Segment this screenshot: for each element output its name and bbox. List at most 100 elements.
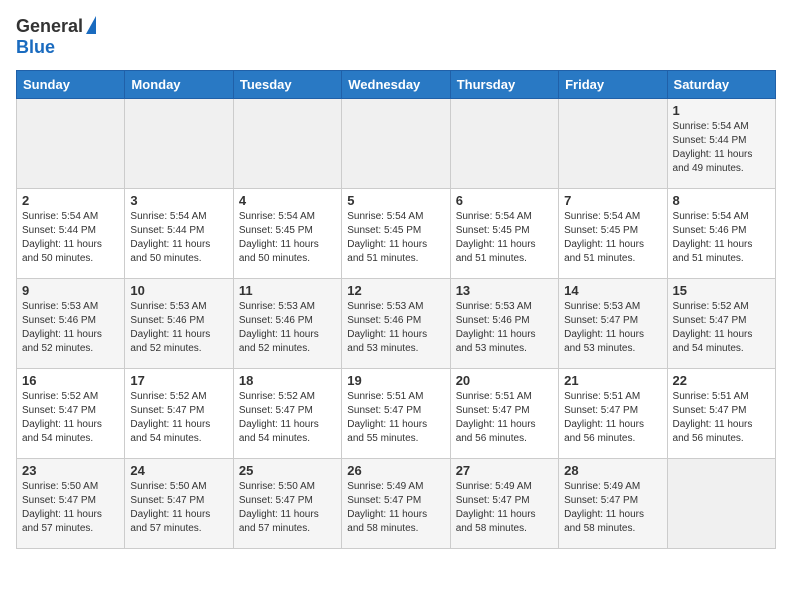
day-number: 15: [673, 283, 770, 298]
day-number: 12: [347, 283, 444, 298]
calendar-cell: 21 Sunrise: 5:51 AM Sunset: 5:47 PM Dayli…: [559, 369, 667, 459]
day-info: Sunrise: 5:54 AM Sunset: 5:45 PM Dayligh…: [239, 210, 336, 266]
day-info: Sunrise: 5:51 AM Sunset: 5:47 PM Dayligh…: [564, 390, 661, 446]
day-number: 10: [130, 283, 227, 298]
calendar-cell: 19 Sunrise: 5:51 AM Sunset: 5:47 PM Dayli…: [342, 369, 450, 459]
day-info: Sunrise: 5:53 AM Sunset: 5:47 PM Dayligh…: [564, 300, 661, 356]
logo-general: General: [16, 16, 83, 37]
logo-triangle-icon: [86, 16, 96, 34]
day-number: 3: [130, 193, 227, 208]
day-info: Sunrise: 5:49 AM Sunset: 5:47 PM Dayligh…: [347, 480, 444, 536]
day-number: 13: [456, 283, 553, 298]
day-number: 14: [564, 283, 661, 298]
day-info: Sunrise: 5:54 AM Sunset: 5:46 PM Dayligh…: [673, 210, 770, 266]
day-info: Sunrise: 5:50 AM Sunset: 5:47 PM Dayligh…: [130, 480, 227, 536]
day-info: Sunrise: 5:54 AM Sunset: 5:45 PM Dayligh…: [564, 210, 661, 266]
day-number: 21: [564, 373, 661, 388]
day-info: Sunrise: 5:51 AM Sunset: 5:47 PM Dayligh…: [673, 390, 770, 446]
day-info: Sunrise: 5:53 AM Sunset: 5:46 PM Dayligh…: [456, 300, 553, 356]
calendar-cell: 23Sunrise: 5:50 AM Sunset: 5:47 PM Dayli…: [17, 459, 125, 549]
day-number: 9: [22, 283, 119, 298]
calendar-cell: 13 Sunrise: 5:53 AM Sunset: 5:46 PM Dayli…: [450, 279, 558, 369]
calendar-cell: 7 Sunrise: 5:54 AM Sunset: 5:45 PM Daylig…: [559, 189, 667, 279]
day-number: 8: [673, 193, 770, 208]
day-info: Sunrise: 5:49 AM Sunset: 5:47 PM Dayligh…: [456, 480, 553, 536]
day-info: Sunrise: 5:52 AM Sunset: 5:47 PM Dayligh…: [673, 300, 770, 356]
calendar-cell: 28 Sunrise: 5:49 AM Sunset: 5:47 PM Dayli…: [559, 459, 667, 549]
calendar-cell: 2 Sunrise: 5:54 AM Sunset: 5:44 PM Daylig…: [17, 189, 125, 279]
day-info: Sunrise: 5:53 AM Sunset: 5:46 PM Dayligh…: [22, 300, 119, 356]
calendar-cell: 20 Sunrise: 5:51 AM Sunset: 5:47 PM Dayli…: [450, 369, 558, 459]
day-number: 4: [239, 193, 336, 208]
day-number: 25: [239, 463, 336, 478]
day-info: Sunrise: 5:54 AM Sunset: 5:44 PM Dayligh…: [22, 210, 119, 266]
calendar-cell: 26 Sunrise: 5:49 AM Sunset: 5:47 PM Dayli…: [342, 459, 450, 549]
day-number: 6: [456, 193, 553, 208]
day-info: Sunrise: 5:52 AM Sunset: 5:47 PM Dayligh…: [130, 390, 227, 446]
page-header: General Blue: [16, 16, 776, 58]
day-number: 11: [239, 283, 336, 298]
day-info: Sunrise: 5:53 AM Sunset: 5:46 PM Dayligh…: [130, 300, 227, 356]
day-info: Sunrise: 5:54 AM Sunset: 5:44 PM Dayligh…: [130, 210, 227, 266]
weekday-header-sunday: Sunday: [17, 71, 125, 99]
calendar-week-row: 23 Sunrise: 5:50 AM Sunset: 5:47 PM Dayli…: [17, 459, 776, 549]
day-number: 19: [347, 373, 444, 388]
day-number: 18: [239, 373, 336, 388]
calendar-cell: 18 Sunrise: 5:52 AM Sunset: 5:47 PM Dayli…: [233, 369, 341, 459]
calendar-week-row: 9 Sunrise: 5:53 AM Sunset: 5:46 PM Daylig…: [17, 279, 776, 369]
day-number: 1: [673, 103, 770, 118]
calendar-cell: 15 Sunrise: 5:52 AM Sunset: 5:47 PM Dayli…: [667, 279, 775, 369]
calendar-cell: 16 Sunrise: 5:52 AM Sunset: 5:47 PM Dayli…: [17, 369, 125, 459]
day-number: 20: [456, 373, 553, 388]
day-info: Sunrise: 5:51 AM Sunset: 5:47 PM Dayligh…: [347, 390, 444, 446]
calendar-cell: 10 Sunrise: 5:53 AM Sunset: 5:46 PM Dayli…: [125, 279, 233, 369]
day-info: Sunrise: 5:52 AM Sunset: 5:47 PM Dayligh…: [22, 390, 119, 446]
weekday-header-friday: Friday: [559, 71, 667, 99]
day-number: 24: [130, 463, 227, 478]
day-number: 23: [22, 463, 119, 478]
day-number: 28: [564, 463, 661, 478]
calendar-cell: [450, 99, 558, 189]
calendar-cell: 5Sunrise: 5:54 AM Sunset: 5:45 PM Daylig…: [342, 189, 450, 279]
day-number: 2: [22, 193, 119, 208]
day-number: 27: [456, 463, 553, 478]
calendar-cell: 27 Sunrise: 5:49 AM Sunset: 5:47 PM Dayli…: [450, 459, 558, 549]
calendar-cell: [125, 99, 233, 189]
day-info: Sunrise: 5:49 AM Sunset: 5:47 PM Dayligh…: [564, 480, 661, 536]
calendar-table: SundayMondayTuesdayWednesdayThursdayFrid…: [16, 70, 776, 549]
calendar-cell: 17 Sunrise: 5:52 AM Sunset: 5:47 PM Dayli…: [125, 369, 233, 459]
day-number: 5: [347, 193, 444, 208]
calendar-cell: 25 Sunrise: 5:50 AM Sunset: 5:47 PM Dayli…: [233, 459, 341, 549]
day-info: Sunrise: 5:50 AM Sunset: 5:47 PM Dayligh…: [239, 480, 336, 536]
calendar-week-row: 2 Sunrise: 5:54 AM Sunset: 5:44 PM Daylig…: [17, 189, 776, 279]
day-info: Sunrise: 5:53 AM Sunset: 5:46 PM Dayligh…: [347, 300, 444, 356]
day-number: 16: [22, 373, 119, 388]
weekday-header-saturday: Saturday: [667, 71, 775, 99]
calendar-cell: 3 Sunrise: 5:54 AM Sunset: 5:44 PM Daylig…: [125, 189, 233, 279]
day-info: Sunrise: 5:54 AM Sunset: 5:44 PM Dayligh…: [673, 120, 770, 176]
logo-blue: Blue: [16, 37, 55, 57]
day-number: 7: [564, 193, 661, 208]
day-info: Sunrise: 5:54 AM Sunset: 5:45 PM Dayligh…: [456, 210, 553, 266]
day-info: Sunrise: 5:53 AM Sunset: 5:46 PM Dayligh…: [239, 300, 336, 356]
calendar-cell: 12 Sunrise: 5:53 AM Sunset: 5:46 PM Dayli…: [342, 279, 450, 369]
calendar-cell: [342, 99, 450, 189]
weekday-header-thursday: Thursday: [450, 71, 558, 99]
calendar-week-row: 16 Sunrise: 5:52 AM Sunset: 5:47 PM Dayli…: [17, 369, 776, 459]
calendar-cell: 22Sunrise: 5:51 AM Sunset: 5:47 PM Dayli…: [667, 369, 775, 459]
calendar-header-row: SundayMondayTuesdayWednesdayThursdayFrid…: [17, 71, 776, 99]
calendar-cell: 24 Sunrise: 5:50 AM Sunset: 5:47 PM Dayli…: [125, 459, 233, 549]
day-number: 17: [130, 373, 227, 388]
calendar-cell: 6 Sunrise: 5:54 AM Sunset: 5:45 PM Daylig…: [450, 189, 558, 279]
day-info: Sunrise: 5:51 AM Sunset: 5:47 PM Dayligh…: [456, 390, 553, 446]
calendar-week-row: 1 Sunrise: 5:54 AM Sunset: 5:44 PM Daylig…: [17, 99, 776, 189]
calendar-cell: 14 Sunrise: 5:53 AM Sunset: 5:47 PM Dayli…: [559, 279, 667, 369]
calendar-cell: 1 Sunrise: 5:54 AM Sunset: 5:44 PM Daylig…: [667, 99, 775, 189]
calendar-cell: 9 Sunrise: 5:53 AM Sunset: 5:46 PM Daylig…: [17, 279, 125, 369]
calendar-cell: 8 Sunrise: 5:54 AM Sunset: 5:46 PM Daylig…: [667, 189, 775, 279]
day-number: 26: [347, 463, 444, 478]
weekday-header-tuesday: Tuesday: [233, 71, 341, 99]
day-info: Sunrise: 5:52 AM Sunset: 5:47 PM Dayligh…: [239, 390, 336, 446]
weekday-header-wednesday: Wednesday: [342, 71, 450, 99]
calendar-cell: [559, 99, 667, 189]
